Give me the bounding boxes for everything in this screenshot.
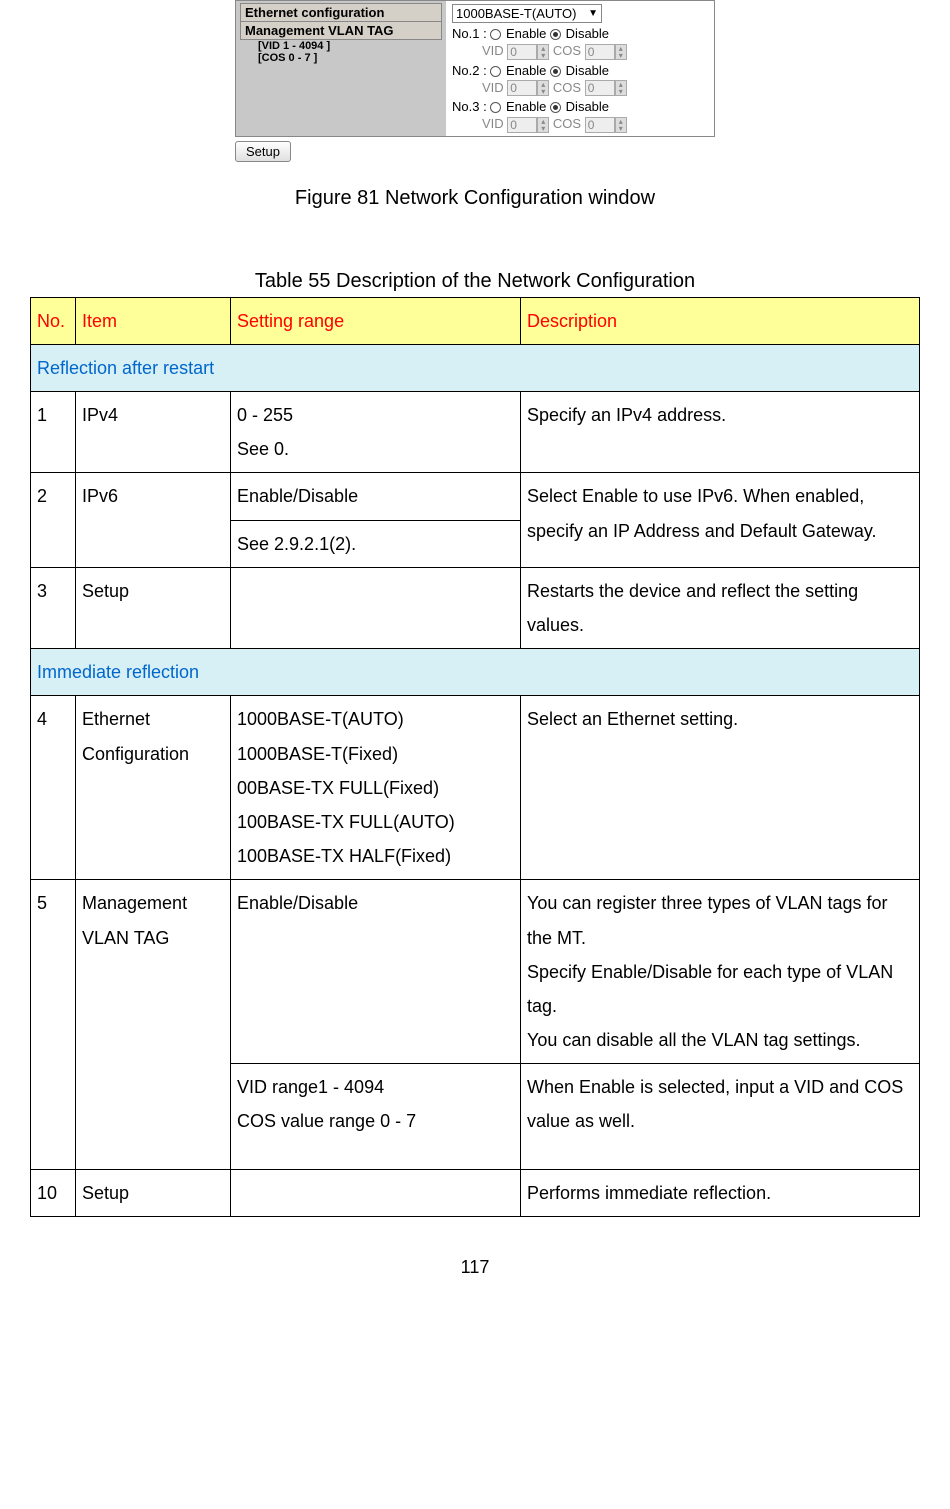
col-item: Item (76, 297, 231, 344)
vid-spinner[interactable]: ▴▾ (537, 117, 549, 133)
enable-label: Enable (506, 26, 546, 41)
vid-input[interactable]: 0 (507, 80, 537, 96)
table-row: 3 Setup Restarts the device and reflect … (31, 567, 920, 648)
cos-label: COS (553, 116, 581, 131)
disable-radio[interactable] (550, 29, 561, 40)
table-row: 1 IPv4 0 - 255 See 0. Specify an IPv4 ad… (31, 392, 920, 473)
col-desc: Description (521, 297, 920, 344)
cos-spinner[interactable]: ▴▾ (615, 44, 627, 60)
vid-spinner[interactable]: ▴▾ (537, 80, 549, 96)
config-window-screenshot: Ethernet configuration Management VLAN T… (235, 0, 715, 137)
figure-caption: Figure 81 Network Configuration window (30, 187, 920, 210)
table-row: 5 Management VLAN TAG Enable/Disable You… (31, 880, 920, 1064)
vid-range-hint: [VID 1 - 4094 ] (240, 40, 442, 52)
cos-input[interactable]: 0 (585, 80, 615, 96)
enable-radio[interactable] (490, 102, 501, 113)
cos-label: COS (553, 43, 581, 58)
description-table: No. Item Setting range Description Refle… (30, 297, 920, 1217)
table-row: 10 Setup Performs immediate reflection. (31, 1169, 920, 1216)
table-header-row: No. Item Setting range Description (31, 297, 920, 344)
disable-radio[interactable] (550, 102, 561, 113)
table-caption: Table 55 Description of the Network Conf… (30, 270, 920, 293)
vlan-row-label: No.3 : (452, 99, 487, 114)
vlan-row-2: No.2 : Enable DisableVID 0▴▾ COS 0▴▾ (452, 63, 708, 97)
vlan-row-label: No.2 : (452, 63, 487, 78)
enable-radio[interactable] (490, 29, 501, 40)
cos-range-hint: [COS 0 - 7 ] (240, 52, 442, 64)
cos-input[interactable]: 0 (585, 44, 615, 60)
chevron-down-icon: ▼ (588, 8, 598, 19)
mgmt-vlan-header: Management VLAN TAG (240, 22, 442, 40)
vlan-row-3: No.3 : Enable DisableVID 0▴▾ COS 0▴▾ (452, 99, 708, 133)
disable-label: Disable (566, 26, 609, 41)
disable-label: Disable (566, 99, 609, 114)
ethernet-select[interactable]: 1000BASE-T(AUTO) ▼ (452, 4, 602, 23)
section-immediate-reflection: Immediate reflection (31, 649, 920, 696)
section-reflection-restart: Reflection after restart (31, 344, 920, 391)
ethernet-config-header: Ethernet configuration (240, 3, 442, 22)
disable-label: Disable (566, 63, 609, 78)
disable-radio[interactable] (550, 66, 561, 77)
col-range: Setting range (231, 297, 521, 344)
vid-label: VID (482, 80, 504, 95)
table-row: 4 Ethernet Configuration 1000BASE-T(AUTO… (31, 696, 920, 880)
table-row: 2 IPv6 Enable/Disable Select Enable to u… (31, 473, 920, 520)
cos-input[interactable]: 0 (585, 117, 615, 133)
cos-spinner[interactable]: ▴▾ (615, 117, 627, 133)
enable-radio[interactable] (490, 66, 501, 77)
vid-spinner[interactable]: ▴▾ (537, 44, 549, 60)
enable-label: Enable (506, 99, 546, 114)
vid-input[interactable]: 0 (507, 117, 537, 133)
vid-input[interactable]: 0 (507, 44, 537, 60)
vlan-row-1: No.1 : Enable DisableVID 0▴▾ COS 0▴▾ (452, 26, 708, 60)
page-number: 117 (30, 1257, 920, 1278)
cos-spinner[interactable]: ▴▾ (615, 80, 627, 96)
col-no: No. (31, 297, 76, 344)
enable-label: Enable (506, 63, 546, 78)
vid-label: VID (482, 43, 504, 58)
cos-label: COS (553, 80, 581, 95)
setup-button[interactable]: Setup (235, 141, 291, 162)
vid-label: VID (482, 116, 504, 131)
vlan-row-label: No.1 : (452, 26, 487, 41)
ethernet-select-value: 1000BASE-T(AUTO) (456, 6, 576, 21)
